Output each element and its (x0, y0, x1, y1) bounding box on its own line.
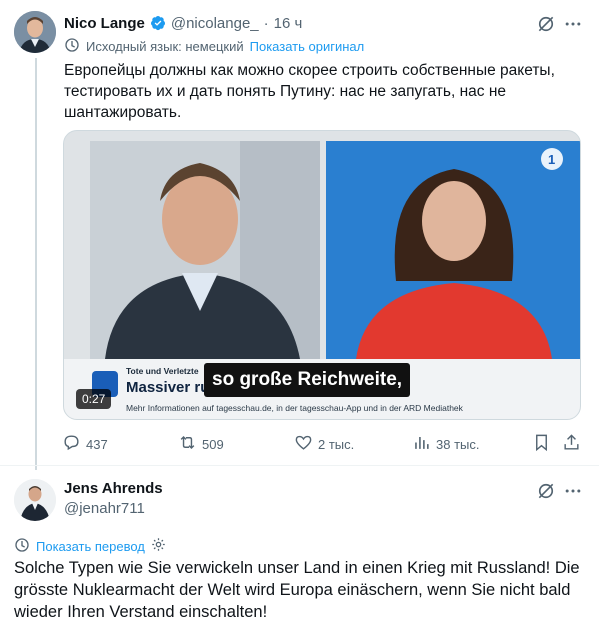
like-button[interactable]: 2 тыс. (294, 432, 354, 456)
repost-count: 509 (202, 436, 224, 452)
author-name[interactable]: Nico Lange (64, 15, 145, 32)
lower-third-kicker: Tote und Verletzte (126, 366, 199, 376)
translation-note: Исходный язык: немецкий Показать оригина… (64, 37, 364, 55)
svg-text:1: 1 (548, 152, 555, 167)
video-player[interactable]: 1 Tote und Verletzte Massiver russischer… (63, 130, 581, 420)
bookmark-button[interactable] (532, 432, 551, 456)
more-icon[interactable] (563, 14, 583, 34)
tweet2-header: Jens Ahrends @jenahr711 (64, 480, 163, 517)
more-icon[interactable] (563, 481, 583, 501)
views-icon (412, 433, 431, 455)
reply-icon (62, 433, 81, 455)
tweet-actions: 437 509 2 тыс. 38 тыс. (60, 432, 590, 456)
tweet-nico-lange[interactable]: Nico Lange @nicolange_ · 16 ч Исходный я… (0, 0, 599, 470)
verified-badge-icon (150, 15, 166, 31)
translation-note: Показать перевод (14, 537, 166, 555)
views-count: 38 тыс. (436, 436, 480, 452)
reply-button[interactable]: 437 (62, 432, 108, 456)
video-duration: 0:27 (76, 389, 112, 409)
repost-icon (178, 433, 197, 455)
show-translation-link[interactable]: Показать перевод (36, 539, 145, 554)
video-subtitle: so große Reichweite, (204, 363, 411, 397)
divider (0, 465, 599, 466)
author-name[interactable]: Jens Ahrends (64, 480, 163, 497)
gear-icon[interactable] (151, 537, 166, 555)
like-icon (294, 433, 313, 455)
video-right-panel: 1 (326, 141, 580, 359)
video-left-panel (90, 141, 320, 359)
bookmark-icon (532, 433, 551, 455)
translate-source-label: Исходный язык: немецкий (86, 38, 244, 54)
avatar-jens-ahrends[interactable] (14, 479, 56, 521)
share-icon (562, 433, 581, 455)
separator-dot: · (263, 14, 269, 32)
thread-line (35, 58, 37, 470)
tweet-time[interactable]: 16 ч (274, 15, 303, 32)
repost-button[interactable]: 509 (178, 432, 224, 456)
grok-icon[interactable] (536, 14, 556, 34)
author-handle[interactable]: @jenahr711 (64, 500, 163, 517)
translate-icon (14, 537, 30, 556)
reply-count: 437 (86, 436, 108, 452)
lower-third-info: Mehr Informationen auf tagesschau.de, in… (126, 403, 463, 413)
grok-icon[interactable] (536, 481, 556, 501)
share-button[interactable] (562, 432, 581, 456)
tweet2-text: Solche Typen wie Sie verwickeln unser La… (14, 559, 580, 621)
author-handle[interactable]: @nicolange_ (171, 15, 259, 32)
views-button[interactable]: 38 тыс. (412, 432, 479, 456)
avatar[interactable] (14, 11, 56, 53)
tweet-text: Европейцы должны как можно скорее строит… (64, 62, 555, 121)
translate-icon (64, 37, 80, 56)
show-original-link[interactable]: Показать оригинал (250, 39, 365, 54)
tweet-header: Nico Lange @nicolange_ · 16 ч (64, 12, 302, 34)
like-count: 2 тыс. (318, 436, 355, 452)
